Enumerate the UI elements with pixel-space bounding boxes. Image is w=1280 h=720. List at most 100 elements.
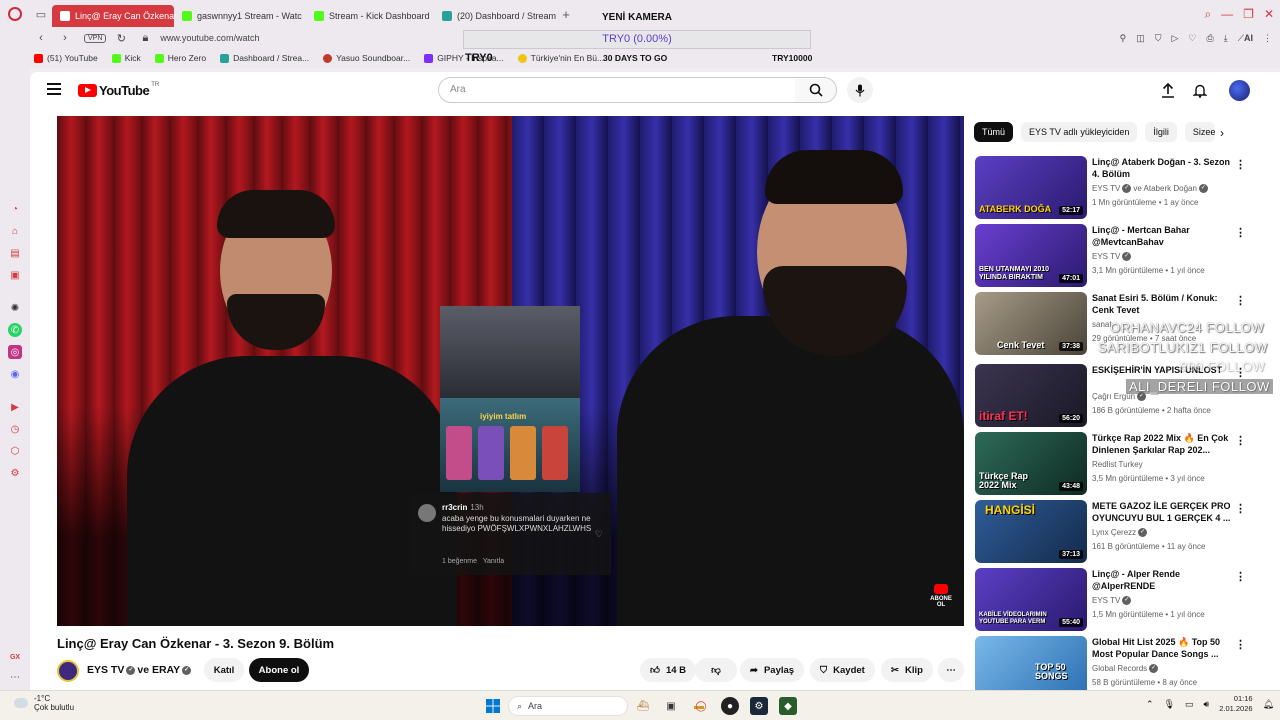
- clip-button[interactable]: ✂ Klip: [881, 658, 933, 682]
- subscribe-watermark[interactable]: ABONE OL: [927, 584, 955, 614]
- news-widget-icon[interactable]: ⛴: [634, 697, 652, 715]
- search-tabs-icon[interactable]: ⌕: [1204, 7, 1211, 22]
- bookmark-hero-zero[interactable]: Hero Zero: [154, 53, 206, 63]
- tab-youtube[interactable]: Linç@ Eray Can Özkena: [52, 4, 174, 27]
- like-button[interactable]: 👍︎ 14 B: [640, 658, 697, 682]
- aria-ai-button[interactable]: ⟋AI: [1238, 33, 1253, 44]
- task-view-icon[interactable]: ▣: [662, 697, 680, 715]
- video-title[interactable]: Linç@ - Alper Rende @AlperRENDE: [1092, 568, 1232, 592]
- more-actions-button[interactable]: ⋯: [938, 658, 964, 682]
- instagram-icon[interactable]: ◎: [8, 345, 22, 359]
- more-vert-icon[interactable]: ⋮: [1235, 570, 1246, 583]
- recommended-video[interactable]: TOP 50 SONGS Global Hit List 2025 🔥 Top …: [975, 636, 1255, 690]
- video-title[interactable]: Global Hit List 2025 🔥 Top 50 Most Popul…: [1092, 636, 1232, 660]
- save-button[interactable]: ⛉ Kaydet: [810, 658, 875, 682]
- messenger-icon[interactable]: ▣: [8, 268, 22, 282]
- minimize-icon[interactable]: —: [1221, 7, 1233, 21]
- video-thumbnail[interactable]: TOP 50 SONGS: [975, 636, 1087, 690]
- snapshot-icon[interactable]: ⎙: [1207, 33, 1214, 44]
- forward-icon[interactable]: ›: [56, 32, 74, 44]
- twitch-icon[interactable]: ▤: [8, 246, 22, 260]
- search-button[interactable]: [795, 77, 837, 103]
- video-title[interactable]: Sanat Esiri 5. Bölüm / Konuk: Cenk Tevet: [1092, 292, 1232, 316]
- more-vert-icon[interactable]: ⋮: [1235, 638, 1246, 651]
- video-thumbnail[interactable]: HANGİSİ 37:13: [975, 500, 1087, 563]
- more-vert-icon[interactable]: ⋮: [1235, 294, 1246, 307]
- recommended-video[interactable]: Türkçe Rap 2022 Mix 43:48 Türkçe Rap 202…: [975, 432, 1255, 495]
- camera-icon[interactable]: ◫: [1136, 33, 1145, 44]
- workspaces-icon[interactable]: ▭: [30, 0, 52, 28]
- notification-bell-icon[interactable]: 🔔︎: [1263, 699, 1274, 710]
- subscribe-button[interactable]: Abone ol: [249, 658, 309, 682]
- video-title[interactable]: Linç@ - Mertcan Bahar @MevtcanBahav: [1092, 224, 1232, 248]
- more-vert-icon[interactable]: ⋮: [1235, 434, 1246, 447]
- vpn-badge[interactable]: VPN: [84, 33, 107, 43]
- steam-taskbar-icon[interactable]: ⚙: [750, 697, 768, 715]
- more-vert-icon[interactable]: ⋮: [1235, 502, 1246, 515]
- shield-icon[interactable]: ⛉: [1155, 33, 1162, 44]
- dislike-button[interactable]: 👎︎: [695, 658, 737, 682]
- whatsapp-icon[interactable]: ✆: [8, 323, 22, 337]
- account-avatar[interactable]: [1229, 80, 1250, 101]
- chevron-up-icon[interactable]: ⌃: [1146, 699, 1154, 710]
- chevron-right-icon[interactable]: ›: [1220, 126, 1224, 140]
- close-icon[interactable]: ✕: [1264, 7, 1274, 21]
- url-field[interactable]: www.youtube.com/watch: [160, 33, 259, 43]
- more-vert-icon[interactable]: ⋮: [1235, 158, 1246, 171]
- opera-gx-logo[interactable]: [0, 0, 30, 28]
- video-thumbnail[interactable]: BEN UTANMAYI 2010 YILINDA BIRAKTIM 47:01: [975, 224, 1087, 287]
- gx-control-icon[interactable]: ◔: [8, 202, 22, 216]
- history-icon[interactable]: ◷: [8, 422, 22, 436]
- extensions-icon[interactable]: ⬡: [8, 444, 22, 458]
- video-thumbnail[interactable]: KABİLE VİDEOLARIMIN YOUTUBE PARA VERM 55…: [975, 568, 1087, 631]
- back-icon[interactable]: ‹: [32, 32, 50, 44]
- video-channel[interactable]: Redlist Turkey: [1092, 460, 1143, 469]
- bookmark-turkiye[interactable]: Türkiye'nin En Bü...: [517, 53, 604, 63]
- menu-icon[interactable]: ⋮: [1263, 33, 1272, 44]
- clock[interactable]: 01:16 2.01.2026: [1219, 694, 1252, 714]
- youtube-logo[interactable]: YouTube TR: [78, 82, 159, 98]
- network-icon[interactable]: ▭: [1185, 699, 1194, 710]
- tab-kick-dashboard[interactable]: Stream - Kick Dashboard: [306, 5, 434, 27]
- maximize-icon[interactable]: ❐: [1243, 7, 1254, 21]
- bookmark-kick[interactable]: Kick: [111, 53, 141, 63]
- video-title[interactable]: METE GAZOZ İLE GERÇEK PRO OYUNCUYU BUL 1…: [1092, 500, 1232, 524]
- discord-icon[interactable]: ◉: [8, 367, 22, 381]
- recommended-video[interactable]: KABİLE VİDEOLARIMIN YOUTUBE PARA VERM 55…: [975, 568, 1255, 631]
- bookmark-yasuo[interactable]: Yasuo Soundboar...: [323, 53, 410, 63]
- download-icon[interactable]: ⤓: [1224, 33, 1228, 44]
- join-button[interactable]: Katıl: [204, 658, 244, 682]
- video-player[interactable]: iyiyim tatlım rr3crin 13h acaba yenge bu …: [57, 116, 964, 626]
- chip-uploader[interactable]: EYS TV adlı yükleyiciden: [1021, 122, 1138, 142]
- bookmark-dashboard[interactable]: Dashboard / Strea...: [220, 53, 309, 63]
- pin-icon[interactable]: ⚲: [1120, 33, 1127, 44]
- recommended-video[interactable]: BEN UTANMAYI 2010 YILINDA BIRAKTIM 47:01…: [975, 224, 1255, 287]
- share-button[interactable]: ➦ Paylaş: [740, 658, 805, 682]
- notifications-icon[interactable]: [1190, 80, 1210, 100]
- windows-start-icon[interactable]: [484, 697, 502, 715]
- settings-icon[interactable]: ⚙: [8, 466, 22, 480]
- opera-gx-taskbar-icon[interactable]: ◯: [692, 697, 710, 715]
- search-input[interactable]: Ara: [438, 77, 796, 103]
- video-title[interactable]: Linç@ Ataberk Doğan - 3. Sezon 4. Bölüm: [1092, 156, 1232, 180]
- channel-avatar[interactable]: [57, 660, 79, 682]
- heart-icon[interactable]: ♡: [1188, 33, 1196, 44]
- mic-icon[interactable]: 🎙︎: [1164, 699, 1175, 710]
- upload-icon[interactable]: [1158, 80, 1178, 100]
- menu-icon[interactable]: [47, 83, 61, 95]
- obs-taskbar-icon[interactable]: ●: [721, 697, 739, 715]
- taskbar-search[interactable]: ⌕ Ara: [508, 696, 628, 716]
- weather-widget[interactable]: -1°C Çok bulutlu: [14, 694, 74, 712]
- chip-related[interactable]: İlgili: [1145, 122, 1177, 142]
- video-channel[interactable]: sanat: [1092, 320, 1112, 329]
- video-thumbnail[interactable]: ATABERK DOĞA 52:17: [975, 156, 1087, 219]
- chip-for-you[interactable]: Sizee: [1184, 122, 1215, 142]
- game-taskbar-icon[interactable]: ◆: [779, 697, 797, 715]
- gx-corner-icon[interactable]: ⌂: [8, 224, 22, 238]
- chatgpt-icon[interactable]: ✺: [8, 301, 22, 315]
- video-title[interactable]: Türkçe Rap 2022 Mix 🔥 En Çok Dinlenen Şa…: [1092, 432, 1232, 456]
- recommended-video[interactable]: HANGİSİ 37:13 METE GAZOZ İLE GERÇEK PRO …: [975, 500, 1255, 563]
- player-icon[interactable]: ▶: [8, 400, 22, 414]
- volume-icon[interactable]: 🔊︎: [1204, 699, 1210, 710]
- voice-search-button[interactable]: [847, 77, 873, 103]
